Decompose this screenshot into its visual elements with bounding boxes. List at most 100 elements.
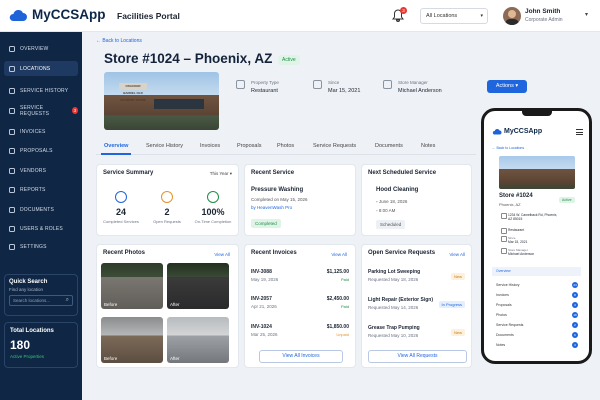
tab-proposals[interactable]: Proposals — [237, 143, 261, 149]
sidebar-item-overview[interactable]: Overview — [4, 41, 78, 56]
photo-label: After — [170, 302, 180, 307]
photo-thumbnail[interactable]: Before — [101, 263, 163, 309]
phone-list-item[interactable]: Service Requests 2 — [496, 322, 578, 328]
tab-overview[interactable]: Overview — [100, 143, 133, 155]
notifications-button[interactable]: 3 — [392, 7, 407, 23]
requests-view-all-link[interactable]: View All — [449, 252, 465, 257]
location-select[interactable]: All Locations ▾ — [420, 8, 488, 24]
phone-since-value: Mar 15, 2021 — [508, 240, 528, 244]
invoice-row[interactable]: INV-2057 Apr 21, 2026 $2,450.00 Paid — [251, 296, 349, 309]
clock-icon — [161, 191, 173, 203]
invoice-icon — [9, 128, 15, 135]
sidebar-item-users-roles[interactable]: Users & Roles — [4, 221, 78, 236]
phone-item-label: Notes — [496, 343, 506, 347]
phone-app-logo: MyCCSApp — [492, 128, 542, 135]
photo-thumbnail[interactable]: After — [167, 317, 229, 363]
stat-label: On-Time Completion — [194, 219, 232, 224]
phone-address-value: 1234 W. Camelback Rd, Phoenix, AZ 85015 — [508, 213, 558, 221]
next-service-time-value: 8:00 AM — [378, 208, 396, 213]
sidebar-item-service-requests[interactable]: Service Requests 3 — [4, 103, 78, 118]
request-row[interactable]: Grease Trap Pumping Requested May 10, 20… — [368, 325, 465, 338]
top-bar: MyCCSApp Facilities Portal 3 All Locatio… — [0, 0, 600, 32]
invoice-status: Paid — [340, 277, 349, 282]
tab-documents[interactable]: Documents — [375, 143, 403, 149]
tab-photos[interactable]: Photos — [277, 143, 294, 149]
back-to-locations-link[interactable]: ← Back to Locations — [96, 38, 142, 44]
sidebar-item-label: Locations — [20, 65, 51, 72]
invoices-view-all-link[interactable]: View All — [331, 252, 347, 257]
card-title: Recent Service — [251, 170, 295, 176]
request-row[interactable]: Parking Lot Sweeping Requested May 18, 2… — [368, 269, 465, 282]
phone-list-item[interactable]: Proposals 3 — [496, 302, 578, 308]
photo-thumbnail[interactable]: Before — [101, 317, 163, 363]
request-status: New — [450, 273, 465, 280]
phone-overview-tab[interactable]: Overview — [492, 267, 581, 276]
cloud-icon — [9, 9, 28, 21]
phone-property-type: Restaurant — [500, 228, 524, 234]
service-vendor: by HeavenWash Pro — [251, 205, 293, 210]
photo-thumbnail[interactable]: After — [167, 263, 229, 309]
sidebar-item-documents[interactable]: Documents — [4, 202, 78, 217]
portal-title: Facilities Portal — [117, 11, 180, 21]
period-select[interactable]: This Year ▾ — [210, 171, 232, 177]
building-icon — [236, 80, 245, 89]
store-window — [154, 99, 204, 109]
sidebar-item-label: Service Requests — [20, 104, 50, 117]
sidebar-item-locations[interactable]: Locations — [4, 61, 78, 76]
invoice-amount: $2,450.00 — [326, 296, 349, 302]
sidebar-item-label: Settings — [20, 243, 47, 250]
quick-search-panel: Quick Search Find any location Search lo… — [4, 274, 78, 316]
invoice-row[interactable]: INV-1024 Mar 25, 2026 $1,850.00 Unpaid — [251, 324, 349, 337]
pin-icon — [9, 65, 15, 72]
property-type-label: Property Type — [251, 80, 279, 85]
sidebar-item-proposals[interactable]: Proposals — [4, 143, 78, 158]
phone-list-item[interactable]: Photos 18 — [496, 312, 578, 318]
phone-list-item[interactable]: Invoices 8 — [496, 292, 578, 298]
recent-service-card: Recent Service Pressure Washing Complete… — [244, 164, 356, 236]
phone-status-badge: Active — [559, 197, 575, 203]
tab-notes[interactable]: Notes — [421, 143, 435, 149]
phone-list-item[interactable]: Service History 24 — [496, 282, 578, 288]
view-all-requests-button[interactable]: View All Requests — [368, 350, 467, 363]
sidebar-item-label: Vendors — [20, 167, 47, 174]
sidebar-item-invoices[interactable]: Invoices — [4, 124, 78, 139]
hamburger-menu-icon[interactable] — [576, 129, 583, 135]
actions-button[interactable]: Actions ▾ — [487, 80, 527, 93]
phone-back-link[interactable]: ← Back to Locations — [492, 146, 524, 150]
phone-item-count: 24 — [572, 282, 578, 288]
request-row[interactable]: Light Repair (Exterior Sign) Requested M… — [368, 297, 465, 310]
invoice-date: Apr 21, 2026 — [251, 304, 277, 309]
app-logo[interactable]: MyCCSApp — [8, 7, 106, 22]
sidebar-item-service-history[interactable]: Service History — [4, 83, 78, 98]
avatar[interactable] — [503, 7, 521, 25]
sidebar-item-settings[interactable]: Settings — [4, 239, 78, 254]
sidebar-item-reports[interactable]: Reports — [4, 182, 78, 197]
actions-label: Actions — [495, 83, 514, 89]
tab-invoices[interactable]: Invoices — [200, 143, 220, 149]
person-icon — [383, 80, 392, 89]
card-title: Recent Photos — [103, 250, 146, 256]
user-role: Corporate Admin — [525, 17, 563, 23]
quick-search-input[interactable]: Search locations... ⌕ — [9, 295, 73, 306]
service-status-badge: Completed — [251, 219, 281, 228]
next-service-date-value: June 18, 2026 — [378, 199, 408, 204]
check-icon — [207, 191, 219, 203]
phone-item-label: Service History — [496, 283, 520, 287]
sidebar: Overview Locations Service History Servi… — [0, 32, 82, 400]
sidebar-item-vendors[interactable]: Vendors — [4, 163, 78, 178]
vendor-icon — [9, 167, 15, 174]
since-value: Mar 15, 2021 — [328, 88, 361, 94]
tab-service-history[interactable]: Service History — [146, 143, 183, 149]
tab-service-requests[interactable]: Service Requests — [313, 143, 356, 149]
request-status: In Progress — [438, 301, 465, 308]
invoice-amount: $1,850.00 — [326, 324, 349, 330]
photos-view-all-link[interactable]: View All — [214, 252, 230, 257]
period-value: This Year — [209, 171, 229, 176]
view-all-invoices-button[interactable]: View All Invoices — [259, 350, 343, 363]
page-title: Store #1024 – Phoenix, AZ — [104, 51, 273, 66]
user-menu-chevron-icon[interactable]: ▾ — [585, 11, 588, 18]
invoice-row[interactable]: INV-3088 May 19, 2026 $1,125.00 Paid — [251, 269, 349, 282]
phone-list-item[interactable]: Notes 3 — [496, 342, 578, 348]
phone-list-item[interactable]: Documents 6 — [496, 332, 578, 338]
card-title: Open Service Requests — [368, 250, 436, 256]
